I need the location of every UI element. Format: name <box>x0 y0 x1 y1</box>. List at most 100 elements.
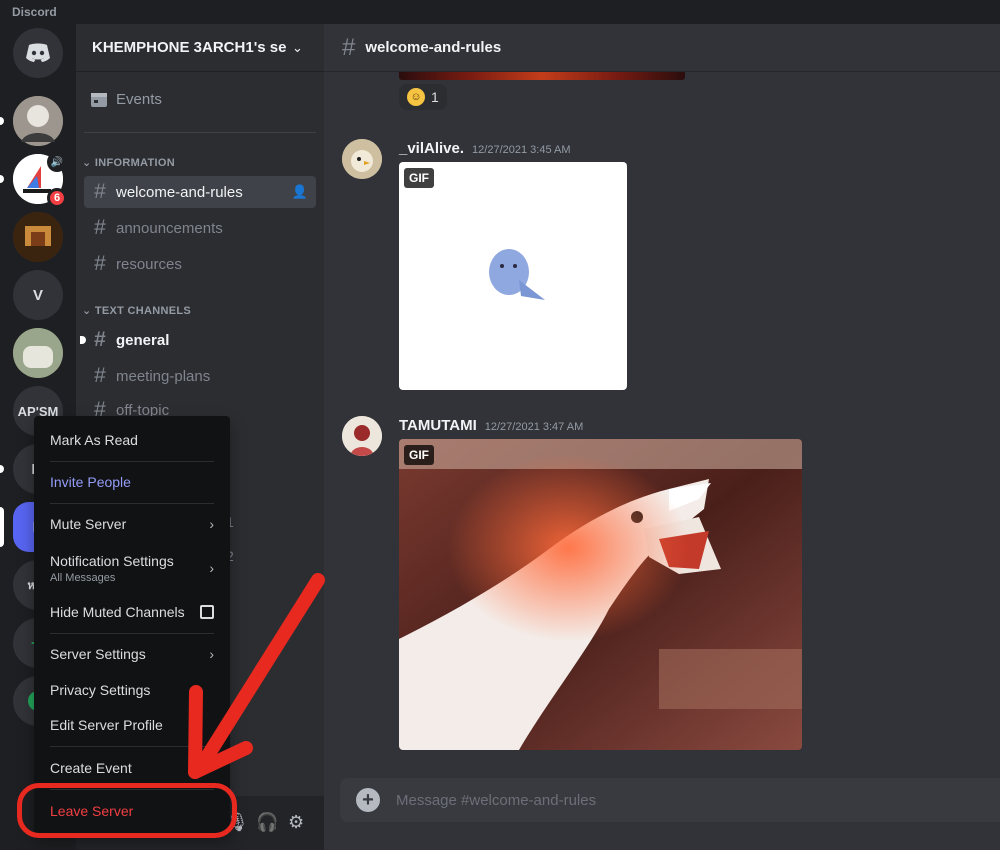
discord-logo-icon <box>26 43 50 62</box>
previous-image[interactable] <box>399 72 685 80</box>
server-context-menu: Mark As Read Invite People Mute Server ›… <box>34 416 230 834</box>
menu-privacy-settings[interactable]: Privacy Settings <box>42 680 222 700</box>
bird-gif-image <box>489 249 545 300</box>
hash-icon: # <box>94 180 106 203</box>
menu-label: Hide Muted Channels <box>50 604 185 620</box>
menu-label: Privacy Settings <box>50 682 151 698</box>
menu-mark-as-read[interactable]: Mark As Read <box>42 430 222 450</box>
menu-label: Server Settings <box>50 646 146 662</box>
category-label: INFORMATION <box>94 157 175 169</box>
events-link[interactable]: Events <box>90 90 162 108</box>
menu-notification-settings[interactable]: Notification Settings All Messages › <box>42 550 222 586</box>
gif-attachment[interactable]: GIF <box>399 439 802 750</box>
menu-invite-people[interactable]: Invite People <box>42 472 222 492</box>
chevron-down-icon: ⌄ <box>82 157 95 169</box>
menu-edit-server-profile[interactable]: Edit Server Profile <box>42 715 222 735</box>
app-name: Discord <box>12 5 57 19</box>
hash-icon: # <box>342 33 356 61</box>
menu-label: Edit Server Profile <box>50 717 163 733</box>
chat-area: # welcome-and-rules ☺ 1 _vilAlive. 12/27… <box>324 24 1000 850</box>
unread-pill <box>0 465 4 473</box>
channel-welcome-and-rules[interactable]: # welcome-and-rules 👤 <box>84 176 316 208</box>
laughing-emoji-icon: ☺ <box>407 88 425 106</box>
timestamp: 12/27/2021 3:47 AM <box>484 421 584 433</box>
server-icon-2[interactable]: 🔊 6 <box>0 152 67 208</box>
channel-general[interactable]: # general <box>80 324 316 356</box>
chevron-right-icon: › <box>209 560 214 576</box>
chevron-right-icon: › <box>209 516 214 532</box>
menu-divider <box>50 746 214 747</box>
hash-icon: # <box>94 364 106 387</box>
chevron-down-icon: ⌄ <box>292 39 303 55</box>
message-composer: + <box>340 778 1000 822</box>
server-initial: V <box>32 286 43 304</box>
gear-icon[interactable]: ⚙ <box>288 812 304 833</box>
hash-icon: # <box>94 252 106 275</box>
menu-server-settings[interactable]: Server Settings › <box>42 644 222 664</box>
server-header[interactable]: KHEMPHONE 3ARCH1's se ⌄ <box>76 24 324 72</box>
discord-home-button[interactable] <box>13 28 63 78</box>
server-icon-5[interactable] <box>13 328 63 378</box>
hash-icon: # <box>94 216 106 239</box>
events-label: Events <box>116 90 162 108</box>
channel-name: meeting-plans <box>116 367 211 385</box>
category-text-channels[interactable]: ⌄ TEXT CHANNELS <box>82 304 191 317</box>
menu-label: Invite People <box>50 474 131 490</box>
channel-name: resources <box>116 255 182 273</box>
channel-announcements[interactable]: # announcements <box>84 212 316 244</box>
server-icon-1[interactable] <box>0 96 63 146</box>
channel-name: announcements <box>116 219 223 237</box>
server-name: KHEMPHONE 3ARCH1's se <box>92 39 287 56</box>
mention-badge: 6 <box>47 188 67 208</box>
server-icon-4[interactable]: V <box>13 270 63 320</box>
author-name[interactable]: TAMUTAMI <box>399 417 477 434</box>
annotation-highlight-oval <box>17 783 237 838</box>
avatar[interactable] <box>342 139 382 179</box>
add-member-icon[interactable]: 👤 <box>292 184 308 200</box>
reaction-count: 1 <box>431 89 439 105</box>
reaction-chip[interactable]: ☺ 1 <box>399 84 447 110</box>
checkbox[interactable] <box>200 605 214 619</box>
menu-create-event[interactable]: Create Event <box>42 758 222 778</box>
attach-plus-icon[interactable]: + <box>356 788 380 812</box>
menu-label: Create Event <box>50 760 132 776</box>
menu-sublabel: All Messages <box>50 571 116 584</box>
unread-pill <box>0 117 4 125</box>
menu-mute-server[interactable]: Mute Server › <box>42 514 222 534</box>
channel-meeting-plans[interactable]: # meeting-plans <box>84 360 316 392</box>
server-icon-3[interactable] <box>13 212 63 262</box>
menu-divider <box>50 503 214 504</box>
avatar[interactable] <box>342 416 382 456</box>
chevron-right-icon: › <box>209 646 214 662</box>
hash-icon: # <box>94 328 106 351</box>
speaker-icon: 🔊 <box>47 152 67 172</box>
category-label: TEXT CHANNELS <box>94 305 192 317</box>
nature-photo-icon <box>13 328 63 378</box>
gif-attachment[interactable]: GIF <box>399 162 627 390</box>
portrait-icon <box>13 96 63 146</box>
message-header: _vilAlive. 12/27/2021 3:45 AM <box>399 140 571 157</box>
channel-header: # welcome-and-rules <box>324 24 1000 72</box>
menu-label-group: Notification Settings All Messages <box>50 553 209 584</box>
author-name[interactable]: _vilAlive. <box>399 140 464 157</box>
menu-label: Notification Settings <box>50 552 174 569</box>
sidebar-divider <box>84 132 316 133</box>
message-header: TAMUTAMI 12/27/2021 3:47 AM <box>399 417 583 434</box>
menu-divider <box>50 633 214 634</box>
channel-resources[interactable]: # resources <box>84 248 316 280</box>
gif-label: GIF <box>404 445 434 465</box>
menu-divider <box>50 461 214 462</box>
unread-pill <box>0 175 4 183</box>
menu-label: Mark As Read <box>50 432 138 448</box>
menu-label: Mute Server <box>50 516 127 532</box>
gif-label: GIF <box>404 168 434 188</box>
menu-hide-muted-channels[interactable]: Hide Muted Channels <box>42 602 222 622</box>
seagull-gif-image <box>399 439 802 750</box>
headphones-icon[interactable]: 🎧 <box>256 812 278 833</box>
channel-title: welcome-and-rules <box>365 39 502 56</box>
message-input[interactable] <box>396 791 956 809</box>
channel-name: general <box>116 331 170 349</box>
room-photo-icon <box>13 212 63 262</box>
chevron-down-icon: ⌄ <box>82 305 95 317</box>
category-information[interactable]: ⌄ INFORMATION <box>82 156 175 169</box>
